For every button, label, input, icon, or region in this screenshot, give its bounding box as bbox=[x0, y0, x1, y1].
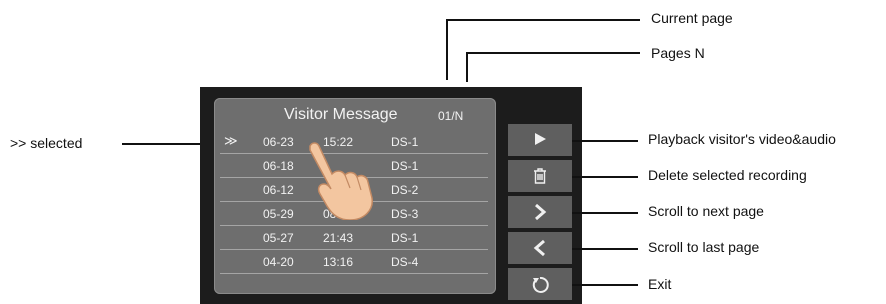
chevron-right-icon bbox=[535, 203, 547, 221]
row-time: 21:43 bbox=[323, 231, 354, 245]
message-row[interactable]: 05-27 21:43 DS-1 bbox=[220, 226, 488, 250]
callout-current-page: Current page bbox=[651, 10, 733, 26]
row-date: 06-18 bbox=[263, 159, 294, 173]
chevron-left-icon bbox=[533, 239, 545, 257]
callout-line bbox=[572, 212, 638, 214]
callout-last-page: Scroll to last page bbox=[648, 239, 760, 255]
callout-line bbox=[466, 52, 468, 82]
page-indicator: 01/N bbox=[438, 109, 464, 123]
selected-marker-icon: ≫ bbox=[224, 133, 238, 148]
callout-delete: Delete selected recording bbox=[648, 167, 807, 183]
row-date: 06-12 bbox=[263, 183, 294, 197]
next-page-button[interactable] bbox=[508, 196, 572, 228]
row-date: 05-29 bbox=[263, 207, 294, 221]
row-device: DS-4 bbox=[391, 255, 419, 269]
callout-line bbox=[572, 176, 638, 178]
row-date: 04-20 bbox=[263, 255, 294, 269]
row-time: 13:16 bbox=[323, 255, 354, 269]
row-device: DS-1 bbox=[391, 231, 419, 245]
last-page-button[interactable] bbox=[508, 232, 572, 264]
callout-exit: Exit bbox=[648, 276, 672, 292]
callout-selected: >> selected bbox=[10, 135, 83, 151]
trash-icon bbox=[534, 168, 546, 184]
row-device: DS-1 bbox=[391, 135, 419, 149]
callout-playback: Playback visitor's video&audio bbox=[648, 131, 836, 147]
callout-line bbox=[122, 143, 200, 145]
row-device: DS-1 bbox=[391, 159, 419, 173]
callout-pages-n: Pages N bbox=[651, 45, 705, 61]
pointing-hand-icon bbox=[309, 142, 373, 220]
row-date: 05-27 bbox=[263, 231, 294, 245]
play-button[interactable] bbox=[508, 124, 572, 156]
callout-next-page: Scroll to next page bbox=[648, 203, 764, 219]
callout-line bbox=[572, 248, 638, 250]
callout-line bbox=[572, 284, 638, 286]
delete-button[interactable] bbox=[508, 160, 572, 192]
play-icon bbox=[535, 133, 546, 145]
row-device: DS-3 bbox=[391, 207, 419, 221]
callout-line bbox=[572, 140, 638, 142]
panel-title: Visitor Message bbox=[284, 106, 398, 123]
exit-button[interactable] bbox=[508, 268, 572, 300]
row-date: 06-23 bbox=[263, 135, 294, 149]
callout-line bbox=[466, 52, 640, 54]
row-device: DS-2 bbox=[391, 183, 419, 197]
row-divider bbox=[220, 273, 488, 274]
callout-line bbox=[446, 19, 448, 80]
callout-line bbox=[446, 19, 640, 21]
refresh-icon bbox=[532, 276, 549, 293]
message-row[interactable]: 04-20 13:16 DS-4 bbox=[220, 250, 488, 274]
